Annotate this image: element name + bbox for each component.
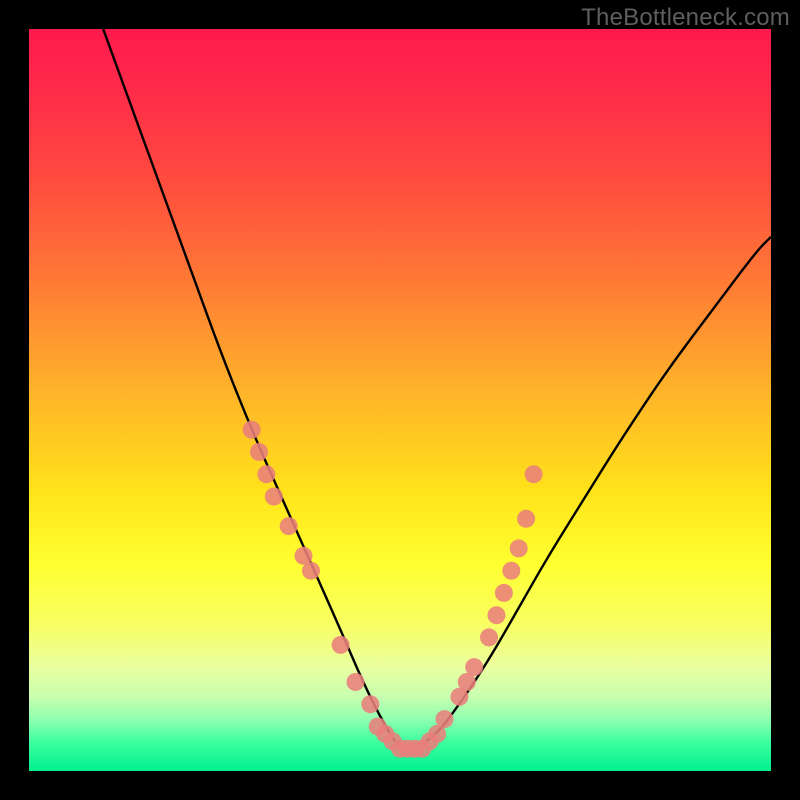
data-marker — [361, 695, 379, 713]
plot-area — [29, 29, 771, 771]
data-marker — [250, 443, 268, 461]
watermark-text: TheBottleneck.com — [581, 4, 790, 32]
data-marker — [502, 562, 520, 580]
data-marker — [243, 421, 261, 439]
chart-frame: TheBottleneck.com — [0, 0, 800, 800]
bottleneck-curve — [103, 29, 771, 749]
data-marker — [510, 539, 528, 557]
data-marker — [465, 658, 483, 676]
data-marker — [517, 510, 535, 528]
data-marker — [480, 628, 498, 646]
curve-svg — [29, 29, 771, 771]
data-marker — [257, 465, 275, 483]
data-marker — [495, 584, 513, 602]
data-marker — [347, 673, 365, 691]
data-marker — [488, 606, 506, 624]
data-marker — [265, 488, 283, 506]
marker-group — [243, 421, 543, 758]
data-marker — [525, 465, 543, 483]
data-marker — [302, 562, 320, 580]
data-marker — [332, 636, 350, 654]
data-marker — [280, 517, 298, 535]
data-marker — [436, 710, 454, 728]
